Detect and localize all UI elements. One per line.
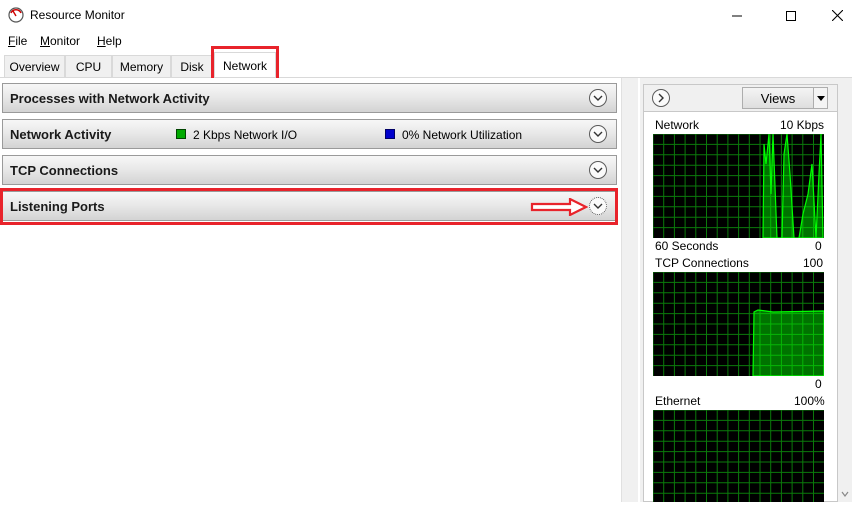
arrow-right-icon	[530, 198, 588, 216]
window-title: Resource Monitor	[30, 8, 125, 22]
left-pane-scrollbar[interactable]	[621, 78, 638, 502]
menu-bar: File Monitor Help	[0, 31, 852, 51]
tab-strip: Overview CPU Memory Disk Network	[0, 51, 852, 78]
menu-help[interactable]: Help	[97, 34, 122, 48]
chevron-down-icon[interactable]	[589, 161, 607, 179]
ethernet-graph	[653, 410, 824, 502]
tcp-section-title: TCP Connections	[10, 163, 119, 178]
listening-ports-section-title: Listening Ports	[10, 199, 105, 214]
network-activity-section-title: Network Activity	[10, 127, 112, 142]
listening-ports-section-header[interactable]: Listening Ports	[2, 191, 617, 221]
tab-disk[interactable]: Disk	[171, 55, 213, 77]
dropdown-arrow-icon	[816, 95, 825, 101]
tcp-graph	[653, 272, 824, 376]
chevron-down-icon[interactable]	[589, 197, 607, 215]
tab-memory[interactable]: Memory	[112, 55, 171, 77]
maximize-button[interactable]	[768, 0, 814, 31]
scrollbar-arrows	[841, 491, 849, 497]
network-io-legend-swatch	[176, 129, 186, 139]
network-graph-max: 10 Kbps	[780, 118, 825, 132]
network-graph	[653, 134, 824, 238]
tab-cpu[interactable]: CPU	[65, 55, 112, 77]
tcp-graph-max: 100	[803, 256, 824, 270]
menu-monitor[interactable]: Monitor	[40, 34, 80, 48]
tab-network[interactable]: Network	[214, 52, 276, 78]
graphs-scrollbar[interactable]	[838, 112, 852, 502]
network-util-legend-swatch	[385, 129, 395, 139]
network-graph-timespan: 60 Seconds	[655, 239, 719, 253]
views-dropdown-button[interactable]	[813, 87, 828, 109]
tab-overview[interactable]: Overview	[4, 55, 65, 77]
title-bar: Resource Monitor	[0, 0, 852, 31]
minimize-icon	[732, 15, 742, 16]
tcp-graph-label: TCP Connections	[655, 256, 749, 270]
minimize-button[interactable]	[714, 0, 760, 31]
close-button[interactable]	[814, 0, 852, 31]
chevron-down-icon[interactable]	[589, 125, 607, 143]
processes-section-title: Processes with Network Activity	[10, 91, 210, 106]
expand-panel-button[interactable]	[652, 89, 670, 107]
tcp-graph-min: 0	[815, 377, 822, 391]
network-io-value: 2 Kbps Network I/O	[193, 128, 298, 142]
menu-file[interactable]: File	[8, 34, 27, 48]
views-button[interactable]: Views	[742, 87, 814, 109]
ethernet-graph-max: 100%	[794, 394, 825, 408]
close-icon	[831, 10, 843, 21]
network-graph-min: 0	[815, 239, 822, 253]
maximize-icon	[786, 10, 796, 21]
chevron-right-icon	[658, 93, 664, 103]
tcp-section-header[interactable]: TCP Connections	[2, 155, 617, 185]
resource-monitor-icon	[8, 7, 24, 23]
network-graph-label: Network	[655, 118, 700, 132]
chevron-down-icon[interactable]	[589, 89, 607, 107]
network-activity-section-header[interactable]: Network Activity 2 Kbps Network I/O 0% N…	[2, 119, 617, 149]
processes-section-header[interactable]: Processes with Network Activity	[2, 83, 617, 113]
network-util-value: 0% Network Utilization	[402, 128, 523, 142]
ethernet-graph-label: Ethernet	[655, 394, 701, 408]
